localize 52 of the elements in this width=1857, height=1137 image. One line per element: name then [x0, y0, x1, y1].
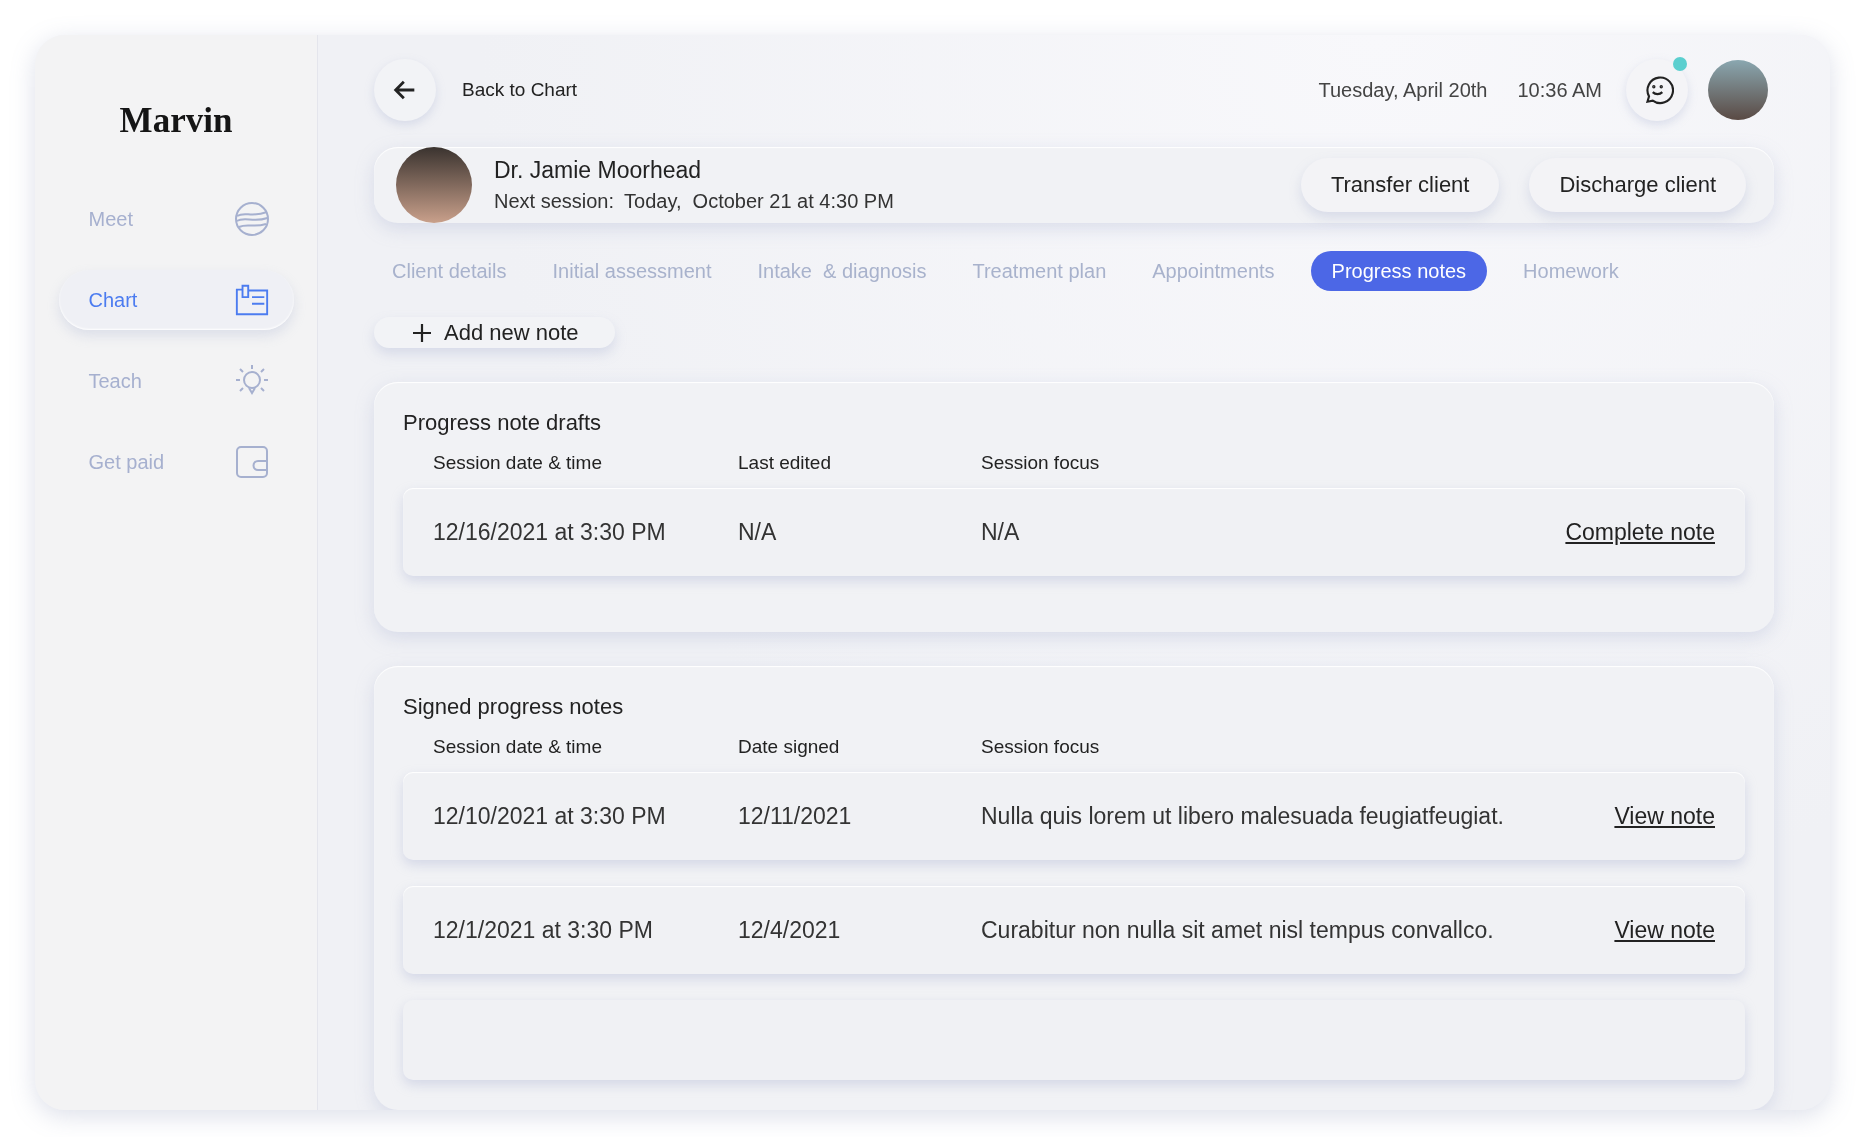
note-link[interactable]: View note [1614, 802, 1715, 830]
client-name: Dr. Jamie Moorhead [494, 157, 703, 184]
sidebar-item[interactable]: Chart [58, 270, 294, 330]
tab[interactable]: Appointments [1142, 251, 1285, 291]
sidebar-item-label: Meet [88, 207, 133, 231]
column-header: Last edited [738, 452, 832, 474]
section-title: Progress note drafts [403, 410, 603, 436]
tab[interactable]: Initial assessment [542, 251, 722, 291]
logo: Marvin [119, 101, 233, 141]
column-header: Session focus [981, 736, 1101, 758]
tab[interactable]: Homework [1513, 251, 1629, 291]
sidebar-item-label: Chart [88, 288, 138, 312]
table-cell-text: Nulla quis lorem ut libero malesuada feugiatfeugiat. [981, 802, 1505, 830]
table-cell-text: N/A [981, 518, 1021, 546]
client-action-button[interactable]: Discharge client [1529, 158, 1746, 212]
table-cell-text: N/A [738, 518, 778, 546]
tab[interactable]: Client details [382, 251, 517, 291]
tab[interactable]: Progress notes [1310, 251, 1488, 291]
note-link[interactable]: View note [1614, 916, 1715, 944]
sidebar-item[interactable]: Meet [58, 189, 294, 249]
table-cell-text: 12/16/2021 at 3:30 PM [433, 518, 667, 546]
tab[interactable]: Intake & diagnosis [747, 251, 937, 291]
clipboard-icon [233, 282, 270, 318]
globe-icon [233, 201, 270, 237]
section-title: Signed progress notes [403, 694, 625, 720]
sidebar-item[interactable]: Get paid [58, 432, 294, 492]
column-header: Date signed [738, 736, 841, 758]
date-text: Tuesday, April 20th [1318, 78, 1488, 102]
table-cell-text: Curabitur non nulla sit amet nisl tempus convallco. [981, 916, 1495, 944]
wallet-icon [233, 444, 270, 480]
column-header: Session date & time [433, 736, 603, 758]
back-link[interactable]: Back to Chart [462, 79, 578, 101]
time-text: 10:36 AM [1517, 78, 1602, 102]
next-session-text: Today, October 21 at 4:30 PM [624, 190, 894, 213]
note-link[interactable]: Complete note [1565, 518, 1715, 546]
table-cell-text: 12/1/2021 at 3:30 PM [433, 916, 654, 944]
table-cell-text: 12/4/2021 [738, 916, 842, 944]
tab[interactable]: Treatment plan [962, 251, 1117, 291]
messages-button[interactable] [1626, 59, 1688, 121]
column-header: Session focus [981, 452, 1101, 474]
sidebar-item-label: Teach [88, 369, 142, 393]
column-header: Session date & time [433, 452, 603, 474]
back-button[interactable] [374, 59, 436, 121]
sidebar-item[interactable]: Teach [58, 351, 294, 411]
client-action-button[interactable]: Transfer client [1300, 158, 1500, 212]
table-cell-text: 12/10/2021 at 3:30 PM [433, 802, 667, 830]
plus-icon [412, 322, 432, 343]
add-note-button[interactable]: Add new note [374, 317, 615, 348]
next-session-label: Next session: [494, 190, 615, 213]
user-avatar[interactable] [1708, 60, 1768, 120]
table-cell-text: 12/11/2021 [738, 802, 853, 830]
sidebar-item-label: Get paid [88, 450, 165, 474]
